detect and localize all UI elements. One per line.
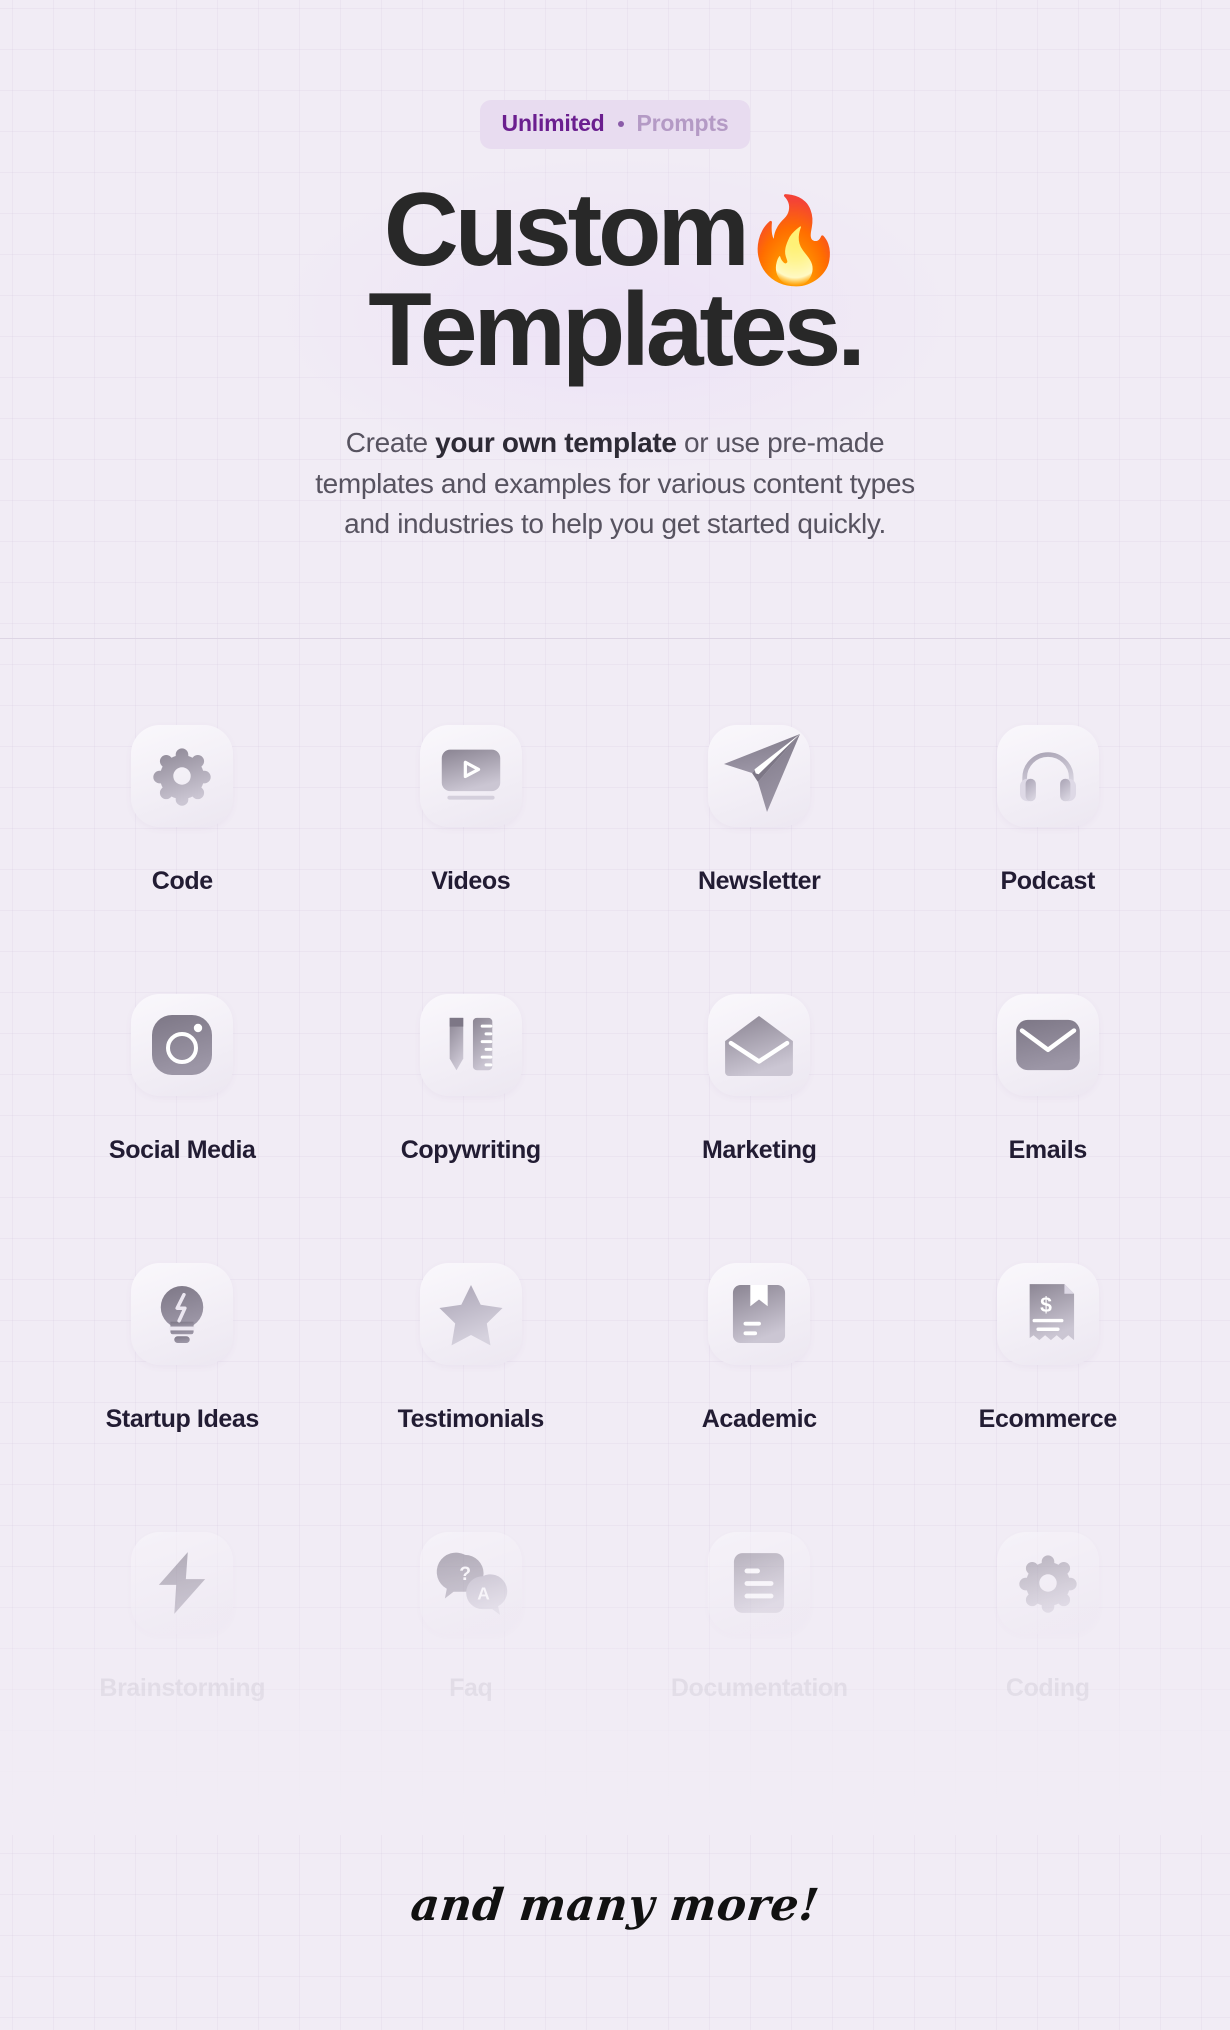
svg-text:A: A [477,1583,490,1603]
category-label: Copywriting [400,1136,541,1164]
eyebrow-badge: Unlimited Prompts [479,100,751,149]
category-item-startup-ideas[interactable]: Startup Ideas [38,1263,327,1434]
subtitle-bold-phrase: your own template [435,426,677,458]
category-label: Emails [1008,1136,1088,1164]
svg-text:$: $ [1040,1293,1052,1317]
category-item-marketing[interactable]: Marketing [615,994,904,1165]
paper-plane-icon [708,725,811,827]
category-item-code[interactable]: Code [38,725,327,896]
category-item-academic[interactable]: Academic [615,1263,904,1434]
category-item-emails[interactable]: Emails [904,994,1193,1165]
category-item-podcast[interactable]: Podcast [904,725,1193,896]
category-label: Ecommerce [978,1405,1118,1433]
star-icon [419,1263,522,1365]
category-item-brainstorming[interactable]: Brainstorming [38,1532,327,1703]
category-label: Academic [701,1405,817,1433]
video-play-icon [419,725,522,827]
template-category-grid: Code Videos Newsletter Podcast Social Me… [0,725,1230,1703]
category-label: Social Media [108,1136,256,1164]
and-many-more-text: and many more! [408,1880,822,1931]
subtitle-part-1: Create [345,426,436,458]
headphones-icon [996,725,1099,827]
headline-line-1: Custom🔥 [0,178,1230,282]
lightbulb-icon [131,1263,234,1365]
footer: and many more! [0,1880,1230,1931]
headline-line-2: Templates. [368,271,866,388]
envelope-icon [996,994,1099,1096]
hero-section: Unlimited Prompts Custom🔥 Templates. Cre… [0,0,1230,639]
bookmark-book-icon [708,1263,811,1365]
badge-separator-dot [617,120,624,127]
headline-text-custom: Custom [383,172,750,288]
camera-icon [131,994,234,1096]
category-label: Code [151,867,213,895]
receipt-icon: $ [996,1263,1099,1365]
gear-icon [996,1532,1099,1634]
category-label: Newsletter [698,867,821,895]
gear-icon [131,725,234,827]
badge-strong-text: Unlimited [501,110,605,136]
svg-text:?: ? [459,1563,471,1585]
document-icon [708,1532,811,1634]
category-label: Brainstorming [99,1674,266,1702]
category-label: Startup Ideas [105,1405,260,1433]
badge-muted-text: Prompts [636,110,729,136]
category-item-documentation[interactable]: Documentation [615,1532,904,1703]
page-root: Unlimited Prompts Custom🔥 Templates. Cre… [0,0,1230,2030]
category-label: Marketing [702,1136,817,1164]
category-item-newsletter[interactable]: Newsletter [615,725,904,896]
question-answer-bubbles-icon: ? A [419,1532,522,1634]
category-item-social-media[interactable]: Social Media [38,994,327,1165]
category-item-faq[interactable]: ? A Faq [327,1532,616,1703]
category-label: Documentation [670,1674,848,1702]
category-label: Testimonials [397,1405,545,1433]
category-item-coding[interactable]: Coding [904,1532,1193,1703]
open-envelope-icon [708,994,811,1096]
category-label: Faq [449,1674,493,1702]
category-item-testimonials[interactable]: Testimonials [327,1263,616,1434]
category-item-copywriting[interactable]: Copywriting [327,994,616,1165]
page-title: Custom🔥 Templates. [0,178,1230,388]
category-label: Podcast [1000,867,1096,895]
category-item-ecommerce[interactable]: $ Ecommerce [904,1263,1193,1434]
page-subtitle: Create your own template or use pre-made… [295,423,935,546]
category-label: Videos [431,867,511,895]
category-label: Coding [1005,1674,1090,1702]
pencil-ruler-icon [419,994,522,1096]
section-divider [0,638,1230,639]
category-item-videos[interactable]: Videos [327,725,616,896]
lightning-bolt-icon [131,1532,234,1634]
